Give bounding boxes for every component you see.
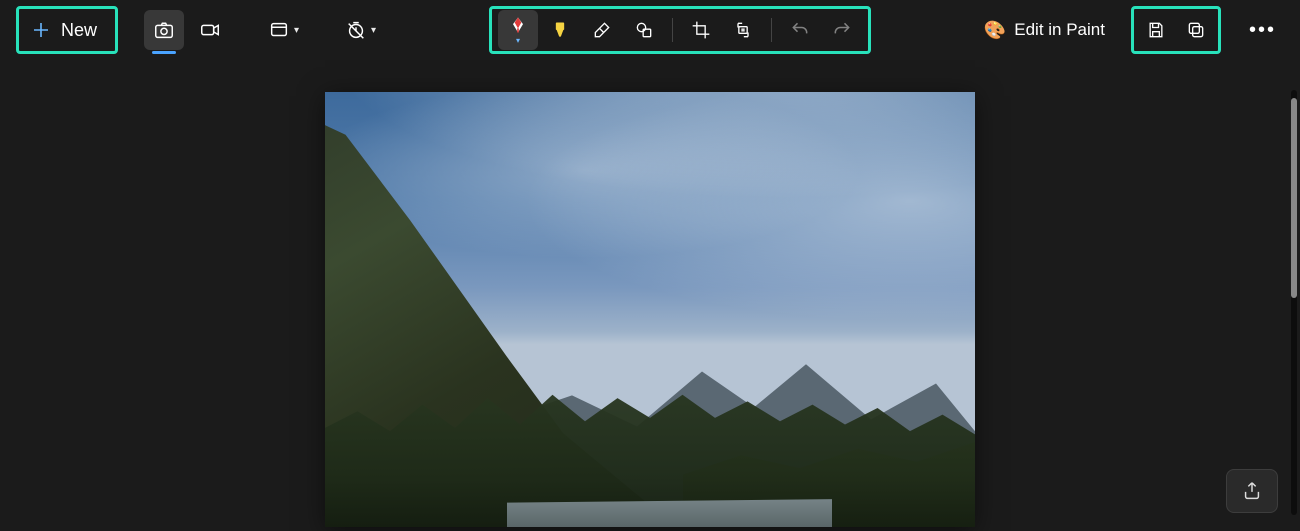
ballpoint-pen-icon bbox=[508, 15, 528, 35]
highlighter-tool-button[interactable] bbox=[540, 10, 580, 50]
save-icon bbox=[1146, 20, 1166, 40]
plus-icon bbox=[31, 20, 53, 40]
app-toolbar: New ▾ ▾ ▾ bbox=[0, 0, 1300, 60]
crop-icon bbox=[691, 20, 711, 40]
text-actions-button[interactable] bbox=[723, 10, 763, 50]
snapshot-mode-button[interactable] bbox=[144, 10, 184, 50]
pen-tool-button[interactable]: ▾ bbox=[498, 10, 538, 50]
eraser-icon bbox=[592, 20, 612, 40]
paint-palette-icon: 🎨 bbox=[984, 20, 1006, 41]
separator bbox=[771, 18, 772, 42]
eraser-tool-button[interactable] bbox=[582, 10, 622, 50]
window-snip-icon bbox=[268, 19, 290, 41]
chevron-down-icon: ▾ bbox=[294, 25, 299, 36]
vertical-scrollbar[interactable] bbox=[1291, 90, 1297, 515]
text-actions-icon bbox=[733, 20, 753, 40]
record-mode-button[interactable] bbox=[190, 10, 230, 50]
camera-icon bbox=[153, 19, 175, 41]
copy-icon bbox=[1186, 20, 1206, 40]
chevron-down-icon: ▾ bbox=[516, 36, 520, 45]
delay-dropdown[interactable]: ▾ bbox=[337, 10, 384, 50]
highlight-box-markup-tools: ▾ bbox=[489, 6, 871, 54]
highlight-box-save-copy bbox=[1131, 6, 1221, 54]
share-icon bbox=[1241, 480, 1263, 502]
active-mode-underline bbox=[152, 51, 176, 54]
separator bbox=[672, 18, 673, 42]
shapes-tool-button[interactable] bbox=[624, 10, 664, 50]
video-icon bbox=[199, 19, 221, 41]
scrollbar-thumb[interactable] bbox=[1291, 98, 1297, 298]
captured-image[interactable] bbox=[325, 92, 975, 527]
redo-icon bbox=[832, 20, 852, 40]
crop-button[interactable] bbox=[681, 10, 721, 50]
redo-button[interactable] bbox=[822, 10, 862, 50]
share-button[interactable] bbox=[1226, 469, 1278, 513]
canvas-area bbox=[0, 60, 1300, 531]
snip-mode-dropdown[interactable]: ▾ bbox=[260, 10, 307, 50]
new-button-label: New bbox=[61, 20, 97, 41]
undo-button[interactable] bbox=[780, 10, 820, 50]
shapes-icon bbox=[634, 20, 654, 40]
more-menu-button[interactable]: ••• bbox=[1241, 10, 1284, 50]
new-button[interactable]: New bbox=[23, 10, 111, 50]
undo-icon bbox=[790, 20, 810, 40]
save-button[interactable] bbox=[1136, 10, 1176, 50]
edit-in-paint-button[interactable]: 🎨 Edit in Paint bbox=[976, 10, 1113, 50]
delay-timer-icon bbox=[345, 19, 367, 41]
highlighter-icon bbox=[550, 20, 570, 40]
highlight-box-new: New bbox=[16, 6, 118, 54]
more-icon: ••• bbox=[1249, 19, 1276, 42]
edit-in-paint-label: Edit in Paint bbox=[1014, 20, 1105, 40]
copy-button[interactable] bbox=[1176, 10, 1216, 50]
chevron-down-icon: ▾ bbox=[371, 25, 376, 36]
